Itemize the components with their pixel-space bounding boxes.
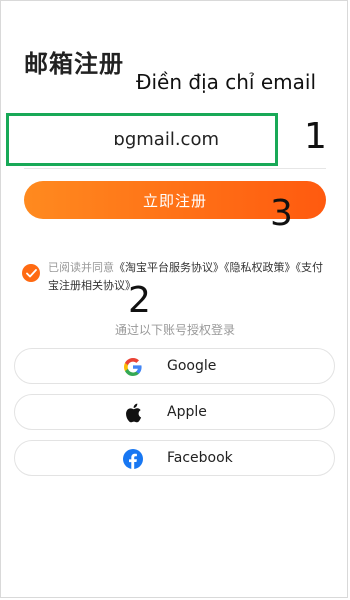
google-login-button[interactable]: Google [14, 348, 335, 384]
instruction-annotation: Điền địa chỉ email [136, 70, 316, 94]
agreement-text: 已阅读并同意《淘宝平台服务协议》《隐私权政策》《支付宝注册相关协议》 [48, 259, 332, 295]
agreement-link-taobao[interactable]: 《淘宝平台服务协议》 [114, 261, 224, 274]
apple-icon [123, 403, 143, 423]
step-number-2: 2 [128, 280, 151, 321]
agreement-link-privacy[interactable]: 《隐私权政策》 [224, 261, 296, 274]
apple-login-label: Apple [167, 404, 207, 420]
register-button-label: 立即注册 [142, 191, 207, 210]
agreement-prefix: 已阅读并同意 [48, 261, 114, 274]
step-number-1: 1 [304, 116, 327, 157]
facebook-icon [123, 449, 143, 469]
field-underline [24, 168, 326, 169]
apple-login-button[interactable]: Apple [14, 394, 335, 430]
third-party-login-heading: 通过以下账号授权登录 [114, 323, 235, 337]
facebook-login-button[interactable]: Facebook [14, 440, 335, 476]
page-title: 邮箱注册 [24, 50, 124, 78]
step-number-3: 3 [270, 193, 293, 234]
agreement-row: 已阅读并同意《淘宝平台服务协议》《隐私权政策》《支付宝注册相关协议》 [22, 259, 332, 295]
checkmark-icon [25, 268, 37, 277]
facebook-login-label: Facebook [167, 450, 233, 466]
agreement-checkbox[interactable] [22, 264, 40, 282]
email-field[interactable]: ɒgmail.com [6, 113, 278, 166]
google-login-label: Google [167, 358, 217, 374]
email-value: ɒgmail.com [113, 129, 219, 150]
google-icon [123, 357, 143, 377]
